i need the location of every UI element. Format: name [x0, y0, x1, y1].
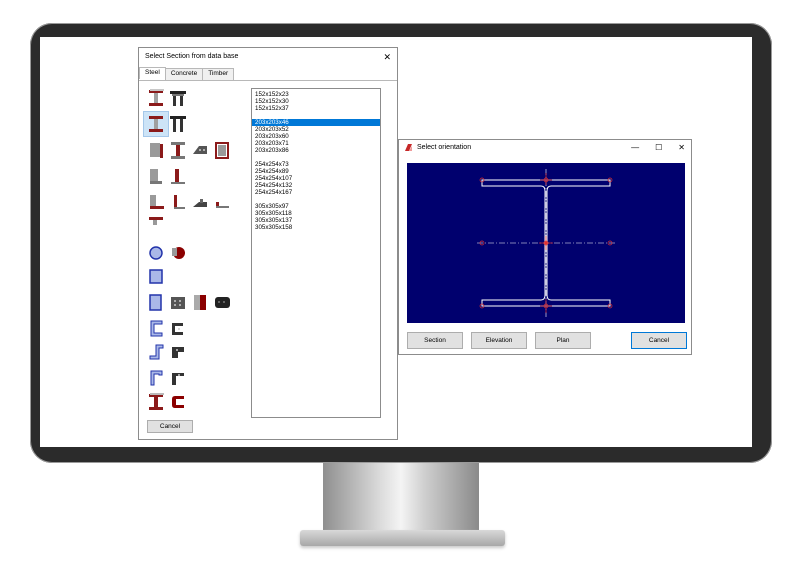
section-list-item[interactable]: 305x305x137: [252, 217, 380, 224]
flat-angle-icon[interactable]: [213, 192, 231, 212]
i-beam-selected-icon[interactable]: [147, 114, 165, 134]
section-cancel-button[interactable]: Cancel: [147, 420, 193, 433]
double-angle-icon[interactable]: [191, 192, 209, 212]
close-icon[interactable]: ✕: [678, 140, 685, 156]
orientation-dialog-title: Select orientation: [417, 144, 472, 151]
i-beam-profile-drawing: [477, 169, 617, 317]
plate-icon[interactable]: [147, 140, 165, 160]
select-orientation-dialog: Select orientation — ☐ ✕ Section Elevati…: [398, 139, 692, 355]
i-beam-solid-icon[interactable]: [169, 88, 187, 108]
section-list-item[interactable]: 254x254x132: [252, 182, 380, 189]
monitor-stand-neck: [323, 463, 479, 533]
centroid-marker: [544, 241, 548, 245]
section-list-item[interactable]: 305x305x118: [252, 210, 380, 217]
tab-panel-divider: [139, 80, 397, 81]
circular-solid-icon[interactable]: [169, 242, 187, 262]
solid-block-icon[interactable]: [191, 292, 209, 312]
tab-concrete[interactable]: Concrete: [164, 68, 204, 80]
section-list-item[interactable]: 254x254x89: [252, 168, 380, 175]
equal-angle-icon[interactable]: [147, 192, 165, 212]
section-list-item[interactable]: 254x254x107: [252, 175, 380, 182]
orientation-dialog-titlebar: Select orientation — ☐ ✕: [399, 140, 691, 156]
angle-icon[interactable]: [147, 166, 165, 186]
section-view-button[interactable]: Section: [407, 332, 463, 349]
section-list-item[interactable]: 203x203x52: [252, 126, 380, 133]
rectangular-hollow-icon[interactable]: [147, 292, 165, 312]
lattice-icon[interactable]: [191, 140, 209, 160]
section-list-item[interactable]: 152x152x23: [252, 91, 380, 98]
section-list-item[interactable]: 305x305x97: [252, 203, 380, 210]
tab-steel[interactable]: Steel: [139, 67, 166, 79]
minimize-icon[interactable]: —: [631, 140, 639, 156]
section-list-item[interactable]: 203x203x71: [252, 140, 380, 147]
channel-lattice-icon[interactable]: [169, 318, 187, 338]
section-list-item[interactable]: 203x203x86: [252, 147, 380, 154]
box-section-icon[interactable]: [213, 140, 231, 160]
circular-hollow-icon[interactable]: [147, 242, 165, 262]
maximize-icon[interactable]: ☐: [655, 140, 662, 156]
channel-icon[interactable]: [147, 318, 165, 338]
section-list-item[interactable]: 152x152x30: [252, 98, 380, 105]
section-size-list[interactable]: 152x152x23 152x152x30 152x152x37 203x203x46…: [251, 88, 381, 418]
section-list-item[interactable]: 305x305x158: [252, 224, 380, 231]
app-logo-icon: [405, 144, 412, 151]
tab-timber[interactable]: Timber: [202, 68, 235, 80]
section-list-item[interactable]: 254x254x167: [252, 189, 380, 196]
z-section-icon[interactable]: [147, 342, 165, 362]
square-hollow-icon[interactable]: [147, 266, 165, 286]
material-tabs: Steel Concrete Timber: [139, 67, 235, 80]
section-database-dialog: Select Section from data base ✕ Steel Co…: [138, 47, 398, 440]
i-red-icon[interactable]: [147, 392, 165, 412]
lattice-hollow-icon[interactable]: [169, 292, 187, 312]
z-lattice-icon[interactable]: [169, 342, 187, 362]
rounded-block-icon[interactable]: [213, 292, 231, 312]
i-section-icon[interactable]: [169, 140, 187, 160]
t-section-icon[interactable]: [169, 166, 187, 186]
plan-view-button[interactable]: Plan: [535, 332, 591, 349]
screen: Select Section from data base ✕ Steel Co…: [40, 37, 752, 447]
section-dialog-titlebar: Select Section from data base ✕: [139, 48, 397, 66]
unequal-angle-icon[interactable]: [169, 192, 187, 212]
elevation-view-button[interactable]: Elevation: [471, 332, 527, 349]
section-list-item[interactable]: 203x203x46: [252, 119, 380, 126]
h-column-icon[interactable]: [169, 114, 187, 134]
monitor-stand-base: [300, 530, 505, 546]
section-preview-canvas[interactable]: [407, 163, 685, 323]
i-beam-icon[interactable]: [147, 88, 165, 108]
close-icon[interactable]: ✕: [383, 48, 391, 66]
window-controls: — ☐ ✕: [631, 140, 685, 156]
section-dialog-title: Select Section from data base: [145, 53, 239, 60]
lip-lattice-icon[interactable]: [169, 368, 187, 388]
lip-channel-icon[interactable]: [147, 368, 165, 388]
orientation-cancel-button[interactable]: Cancel: [631, 332, 687, 349]
section-list-item[interactable]: 254x254x73: [252, 161, 380, 168]
section-list-item[interactable]: 152x152x37: [252, 105, 380, 112]
c-section-icon[interactable]: [169, 392, 187, 412]
tee-icon[interactable]: [147, 214, 165, 234]
section-list-item[interactable]: 203x203x60: [252, 133, 380, 140]
